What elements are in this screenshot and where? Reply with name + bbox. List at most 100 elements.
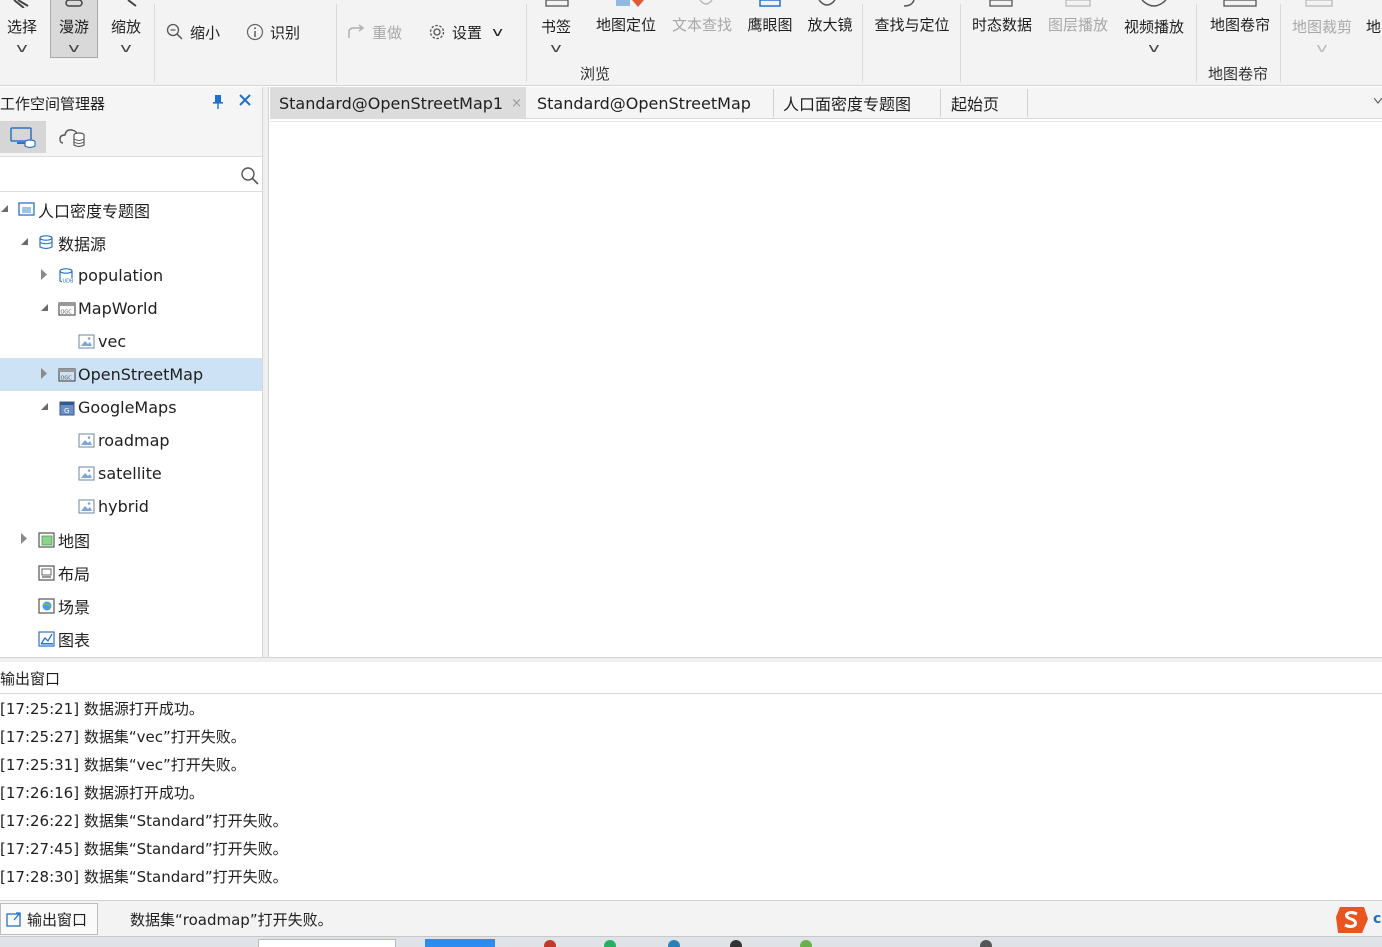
pan-icon xyxy=(65,0,83,7)
log-line: [17:28:30] 数据集“Standard”打开失败。 xyxy=(0,868,288,886)
tab-local-workspace[interactable] xyxy=(0,121,46,153)
workspace-manager-header: 工作空间管理器 xyxy=(0,87,262,117)
scenes-icon xyxy=(38,597,56,619)
search-icon[interactable] xyxy=(240,166,260,190)
divider xyxy=(336,4,337,82)
taskbar-app-icon[interactable] xyxy=(544,940,556,947)
tree-node-label: population xyxy=(78,266,164,285)
map-more-button[interactable]: 地 xyxy=(1362,0,1382,60)
close-icon[interactable] xyxy=(238,91,252,112)
tree-node-label: OpenStreetMap xyxy=(78,365,204,384)
info-icon xyxy=(246,23,264,41)
status-message: 数据集“roadmap”打开失败。 xyxy=(130,911,333,929)
temporal-data-button[interactable]: 时态数据 xyxy=(966,0,1038,60)
tree-node[interactable]: 图表 xyxy=(0,622,262,655)
tree-node-label: GoogleMaps xyxy=(78,398,177,417)
redo-button[interactable]: 重做 xyxy=(346,21,402,43)
tab-online-workspace[interactable] xyxy=(50,121,96,153)
tree-node[interactable]: 地图 xyxy=(0,523,262,556)
close-tab-icon[interactable]: × xyxy=(511,96,522,111)
sogou-ime-icon[interactable] xyxy=(1334,905,1370,935)
image-dataset-icon xyxy=(78,432,96,454)
layouts-icon xyxy=(38,564,56,586)
taskbar-active-app[interactable] xyxy=(425,939,495,947)
tree-node-label: 布局 xyxy=(58,564,91,584)
tree-node[interactable]: 场景 xyxy=(0,589,262,622)
tab-start-page[interactable]: 起始页 xyxy=(942,87,1028,119)
tree-node-hybrid[interactable]: hybrid xyxy=(0,490,262,523)
bookmark-button[interactable]: 书签 v xyxy=(536,0,576,60)
pin-icon[interactable] xyxy=(212,95,224,113)
map-locate-button[interactable]: 地图定位 xyxy=(590,0,662,60)
magnifier-minus-icon xyxy=(166,23,183,40)
taskbar-app-icon[interactable] xyxy=(668,940,680,947)
status-bar: 输出窗口 数据集“roadmap”打开失败。 c xyxy=(0,900,1382,936)
google-datasource-icon: G xyxy=(58,399,76,421)
chevron-down-icon: v xyxy=(492,25,503,39)
collapsed-arrow-icon[interactable] xyxy=(38,367,50,382)
workspace-search-input[interactable] xyxy=(0,160,232,190)
find-locate-button[interactable]: 查找与定位 xyxy=(868,0,956,60)
output-window-tab-label: 输出窗口 xyxy=(27,910,88,929)
log-line: [17:25:27] 数据集“vec”打开失败。 xyxy=(0,728,246,746)
tab-standard-openstreetmap1[interactable]: Standard@OpenStreetMap1 × xyxy=(270,87,526,119)
taskbar-search-field[interactable] xyxy=(258,939,396,947)
tab-list-dropdown-icon[interactable] xyxy=(1373,96,1382,107)
settings-button[interactable]: 设置 v xyxy=(428,21,503,43)
chevron-down-icon: v xyxy=(550,41,562,55)
web-datasource-icon: OGC xyxy=(58,366,76,388)
magnifier-button[interactable]: 放大镜 xyxy=(802,0,858,60)
tab-population-density-map[interactable]: 人口面密度专题图 xyxy=(774,87,940,119)
gear-icon xyxy=(429,24,445,40)
panel-splitter[interactable] xyxy=(262,87,269,657)
tree-node-label: 人口密度专题图 xyxy=(38,201,151,221)
taskbar-app-icon[interactable] xyxy=(730,940,742,947)
image-dataset-icon xyxy=(78,333,96,355)
divider xyxy=(862,4,863,82)
overview-button[interactable]: 鹰眼图 xyxy=(742,0,798,60)
tree-node-openstreetmap[interactable]: OGC OpenStreetMap xyxy=(0,358,262,391)
collapsed-arrow-icon[interactable] xyxy=(38,268,50,283)
local-workspace-icon xyxy=(10,127,36,149)
tree-node[interactable]: 人口密度专题图 xyxy=(0,193,262,226)
tree-node-roadmap[interactable]: roadmap xyxy=(0,424,262,457)
tree-node-population[interactable]: UDB population xyxy=(0,259,262,292)
zoom-out-button[interactable]: 缩小 xyxy=(166,21,220,43)
taskbar-app-icon[interactable] xyxy=(604,940,616,947)
output-log[interactable]: [17:25:21] 数据源打开成功。 [17:25:27] 数据集“vec”打… xyxy=(0,694,1382,899)
udb-datasource-icon: UDB xyxy=(58,267,76,289)
tree-node-mapworld[interactable]: OGC MapWorld xyxy=(0,292,262,325)
ime-mode-icon: c xyxy=(1373,911,1382,927)
identify-button[interactable]: 识别 xyxy=(246,21,300,43)
video-play-button[interactable]: 视频播放 v xyxy=(1118,0,1190,60)
tree-node[interactable]: 布局 xyxy=(0,556,262,589)
cloud-database-icon xyxy=(59,129,85,148)
expanded-arrow-icon[interactable] xyxy=(18,237,30,249)
zoom-out-label: 缩小 xyxy=(190,23,221,42)
settings-label: 设置 xyxy=(452,23,483,42)
tab-standard-openstreetmap[interactable]: Standard@OpenStreetMap xyxy=(528,87,773,119)
expanded-arrow-icon[interactable] xyxy=(38,303,50,315)
output-window-title: 输出窗口 xyxy=(0,670,61,688)
collapsed-arrow-icon[interactable] xyxy=(18,532,30,547)
map-swipe-label: 地图卷帘 xyxy=(1209,16,1270,34)
tree-node[interactable]: 数据源 xyxy=(0,226,262,259)
map-clip-button[interactable]: 地图裁剪 v xyxy=(1286,0,1358,60)
tab-label: Standard@OpenStreetMap1 xyxy=(279,93,504,113)
select-label: 选择 xyxy=(6,18,37,36)
taskbar-app-icon[interactable] xyxy=(800,940,812,947)
tree-node-label: MapWorld xyxy=(78,299,158,318)
tree-node-label: hybrid xyxy=(98,497,149,516)
document-tabs: Standard@OpenStreetMap1 × Standard@OpenS… xyxy=(270,87,1382,119)
zoom-button[interactable]: 缩放 v xyxy=(104,0,148,60)
output-window-tab[interactable]: 输出窗口 xyxy=(0,903,98,935)
tree-node-googlemaps[interactable]: G GoogleMaps xyxy=(0,391,262,424)
text-search-button[interactable]: 文本查找 xyxy=(666,0,738,60)
svg-text:OGC: OGC xyxy=(61,310,73,316)
map-canvas[interactable] xyxy=(270,121,1382,657)
expanded-arrow-icon[interactable] xyxy=(38,402,50,414)
expanded-arrow-icon[interactable] xyxy=(0,204,10,216)
tree-node-satellite[interactable]: satellite xyxy=(0,457,262,490)
taskbar-app-icon[interactable] xyxy=(980,940,992,947)
tree-node-vec[interactable]: vec xyxy=(0,325,262,358)
